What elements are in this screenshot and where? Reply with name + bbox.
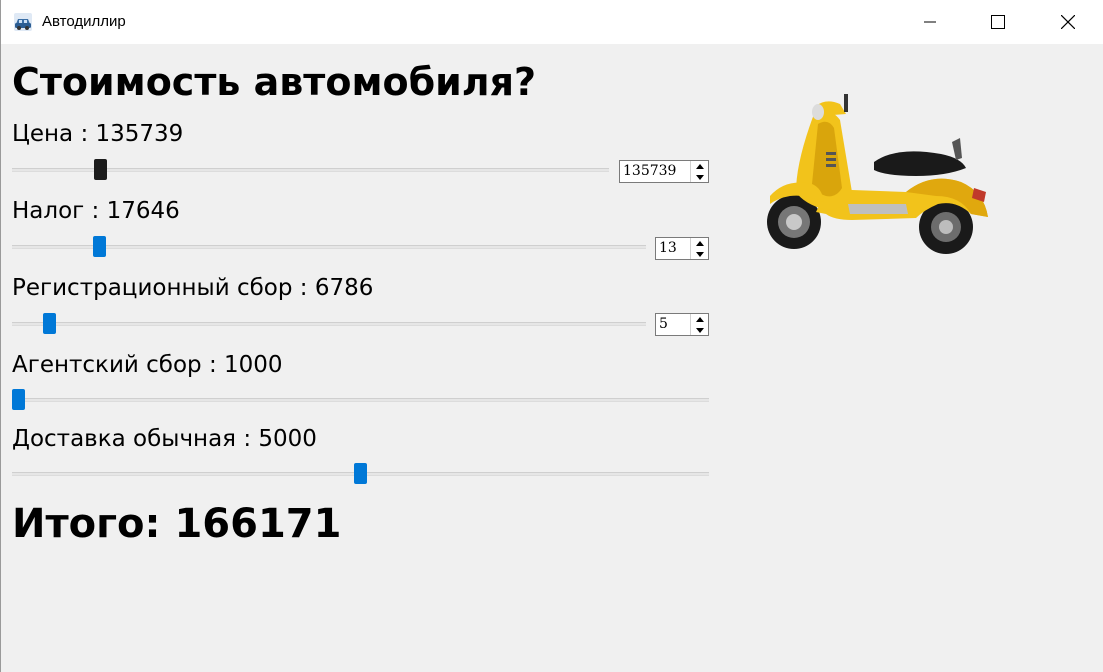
total-label: Итого: 166171 [12, 501, 342, 547]
delivery-label: Доставка обычная : 5000 [12, 426, 317, 452]
registration-spinbox[interactable]: 5 [655, 313, 709, 336]
main-window: Автодиллир Стоимость автомобиля? Цена : … [0, 0, 1103, 672]
agent-fee-label: Агентский сбор : 1000 [12, 352, 283, 378]
car-icon [14, 13, 32, 31]
page-title: Стоимость автомобиля? [12, 60, 537, 104]
registration-slider[interactable] [12, 313, 646, 334]
tax-label: Налог : 17646 [12, 198, 180, 224]
arrow-up-icon [695, 240, 704, 246]
arrow-up-icon [695, 163, 704, 169]
registration-increment-button[interactable] [691, 314, 708, 324]
scooter-image [767, 94, 988, 254]
arrow-down-icon [695, 251, 704, 257]
price-spinbox[interactable]: 135739 [619, 160, 709, 183]
close-icon [1061, 15, 1075, 29]
arrow-down-icon [695, 174, 704, 180]
price-label: Цена : 135739 [12, 121, 184, 147]
price-increment-button[interactable] [691, 161, 708, 171]
price-slider-thumb[interactable] [94, 159, 107, 180]
agent-fee-slider[interactable] [12, 389, 709, 410]
registration-slider-thumb[interactable] [43, 313, 56, 334]
price-spinbox-value[interactable]: 135739 [623, 161, 676, 182]
registration-label: Регистрационный сбор : 6786 [12, 275, 374, 301]
tax-decrement-button[interactable] [691, 249, 708, 259]
minimize-icon [924, 21, 936, 23]
window-title: Автодиллир [42, 13, 126, 30]
maximize-icon [991, 15, 1005, 29]
close-button[interactable] [1045, 0, 1091, 44]
agent-fee-slider-thumb[interactable] [12, 389, 25, 410]
price-slider[interactable] [12, 159, 609, 180]
delivery-slider[interactable] [12, 463, 709, 484]
minimize-button[interactable] [907, 0, 953, 44]
title-bar[interactable]: Автодиллир [1, 0, 1103, 44]
tax-slider[interactable] [12, 236, 646, 257]
delivery-slider-thumb[interactable] [354, 463, 367, 484]
price-decrement-button[interactable] [691, 172, 708, 182]
tax-slider-thumb[interactable] [93, 236, 106, 257]
registration-spinbox-value[interactable]: 5 [659, 314, 668, 335]
tax-spinbox-value[interactable]: 13 [659, 238, 677, 259]
tax-spinbox[interactable]: 13 [655, 237, 709, 260]
maximize-button[interactable] [975, 0, 1021, 44]
registration-decrement-button[interactable] [691, 325, 708, 335]
tax-increment-button[interactable] [691, 238, 708, 248]
arrow-down-icon [695, 327, 704, 333]
arrow-up-icon [695, 316, 704, 322]
